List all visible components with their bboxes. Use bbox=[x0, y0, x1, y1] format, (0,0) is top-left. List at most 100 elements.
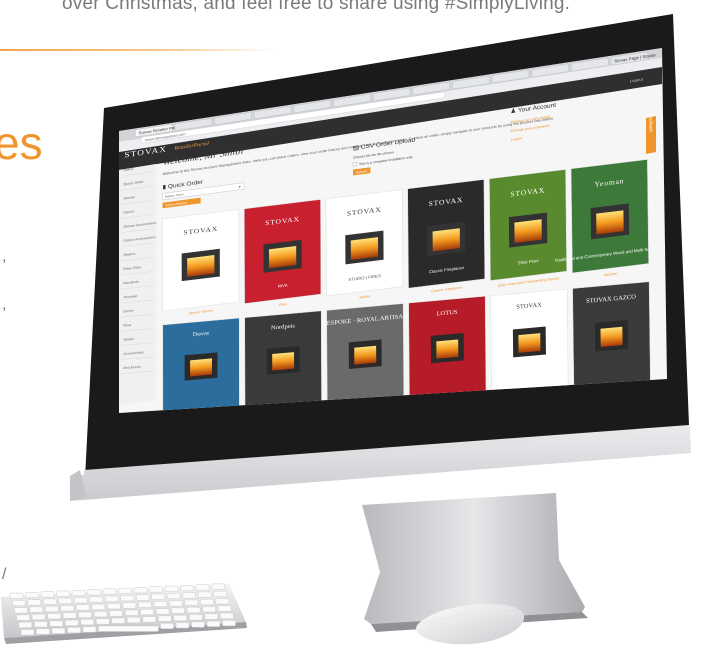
product-tile[interactable]: STOVAXSTUDIO | FIRESStudio bbox=[325, 189, 404, 304]
keyboard-key[interactable] bbox=[140, 609, 154, 616]
keyboard-key[interactable] bbox=[67, 627, 81, 634]
keyboard-key[interactable] bbox=[42, 598, 57, 605]
keyboard-key[interactable] bbox=[51, 627, 66, 634]
feedback-tab-label-group[interactable]: Feedback bbox=[648, 113, 653, 133]
product-tile[interactable]: STOVAXStovax Stoves bbox=[162, 209, 240, 319]
keyboard-key[interactable] bbox=[142, 616, 157, 623]
feedback-tab-label: Feedback bbox=[648, 113, 653, 133]
keyboard-key[interactable] bbox=[206, 620, 221, 627]
keyboard-key[interactable] bbox=[36, 628, 50, 635]
keyboard-key[interactable] bbox=[20, 629, 35, 636]
keyboard-key[interactable] bbox=[45, 605, 59, 612]
keyboard-key[interactable] bbox=[49, 620, 64, 627]
keyboard-key[interactable] bbox=[109, 610, 123, 617]
product-tile[interactable]: STOVAXElise FiresElise Fires and Freesta… bbox=[489, 169, 567, 288]
keyboard-key[interactable] bbox=[182, 592, 196, 599]
keyboard-key[interactable] bbox=[31, 613, 46, 620]
keyboard-key[interactable] bbox=[197, 591, 212, 598]
keyboard-key[interactable] bbox=[124, 609, 139, 616]
product-tile[interactable]: Dovre bbox=[162, 317, 240, 413]
fire-image bbox=[596, 210, 624, 235]
keyboard-key[interactable] bbox=[78, 611, 92, 618]
keyboard-key[interactable] bbox=[127, 617, 141, 624]
keyboard-key[interactable] bbox=[222, 620, 236, 627]
keyboard-key[interactable] bbox=[184, 599, 199, 606]
product-tile[interactable]: STOVAXRIVARiva bbox=[243, 199, 322, 312]
keyboard-key[interactable] bbox=[211, 583, 225, 590]
keyboard-key[interactable] bbox=[171, 607, 185, 614]
keyboard-key[interactable] bbox=[169, 600, 183, 607]
keyboard-key[interactable] bbox=[195, 584, 210, 591]
keyboard-key[interactable] bbox=[189, 614, 203, 621]
keyboard-key[interactable] bbox=[34, 621, 48, 628]
keyboard-key[interactable] bbox=[220, 612, 234, 619]
keyboard-key[interactable] bbox=[155, 608, 170, 615]
keyboard-key[interactable] bbox=[166, 593, 181, 600]
product-tile[interactable]: Nordpeis bbox=[244, 310, 322, 408]
keyboard-key[interactable] bbox=[204, 613, 219, 620]
keyboard-key[interactable] bbox=[191, 621, 205, 628]
keyboard-key[interactable] bbox=[40, 591, 55, 598]
keyboard-key[interactable] bbox=[107, 603, 121, 610]
keyboard-key[interactable] bbox=[104, 595, 119, 602]
product-tile[interactable]: STOVAX GAZCO bbox=[572, 281, 651, 388]
keyboard-key[interactable] bbox=[11, 600, 26, 607]
keyboard-key[interactable] bbox=[173, 614, 188, 621]
keyboard-key[interactable] bbox=[56, 590, 70, 597]
keyboard-key[interactable] bbox=[138, 601, 152, 608]
keyboard-key[interactable] bbox=[164, 585, 179, 592]
monitor-stand bbox=[362, 493, 585, 624]
keyboard-key[interactable] bbox=[158, 615, 172, 622]
product-tile[interactable]: STOVAX bbox=[490, 288, 569, 393]
keyboard-key[interactable] bbox=[18, 621, 33, 628]
product-tile[interactable]: STOVAXClassic FireplacesClassic Fireplac… bbox=[407, 179, 486, 296]
keyboard-key[interactable] bbox=[200, 598, 214, 605]
keyboard-key[interactable] bbox=[175, 622, 190, 629]
keyboard-key[interactable] bbox=[160, 622, 174, 629]
keyboard-key[interactable] bbox=[16, 614, 30, 621]
keyboard-key[interactable] bbox=[25, 592, 39, 599]
keyboard-key[interactable] bbox=[153, 601, 168, 608]
keyboard-key[interactable] bbox=[27, 599, 41, 606]
keyboard-key[interactable] bbox=[135, 594, 150, 601]
keyboard-key[interactable] bbox=[149, 586, 163, 593]
keyboard-key[interactable] bbox=[60, 605, 75, 612]
keyboard-key[interactable] bbox=[29, 606, 44, 613]
keyboard-key[interactable] bbox=[118, 587, 132, 594]
keyboard-key[interactable] bbox=[73, 597, 88, 604]
keyboard-key[interactable] bbox=[93, 611, 108, 618]
keyboard-key[interactable] bbox=[102, 588, 117, 595]
product-tile[interactable]: LOTUS bbox=[408, 296, 487, 398]
keyboard-key[interactable] bbox=[202, 606, 216, 613]
keyboard-key[interactable] bbox=[120, 595, 134, 602]
keyboard-key[interactable] bbox=[47, 613, 61, 620]
keyboard-key[interactable] bbox=[65, 619, 79, 626]
keyboard-key[interactable] bbox=[111, 617, 126, 624]
keyboard-key[interactable] bbox=[82, 626, 97, 633]
fire-image bbox=[600, 326, 623, 347]
keyboard-key[interactable] bbox=[71, 589, 86, 596]
keyboard-key[interactable] bbox=[62, 612, 77, 619]
keyboard-key[interactable] bbox=[98, 625, 159, 632]
keyboard-key[interactable] bbox=[180, 585, 194, 592]
keyboard-key[interactable] bbox=[133, 587, 148, 594]
keyboard-key[interactable] bbox=[186, 606, 201, 613]
keyboard-key[interactable] bbox=[80, 619, 95, 626]
installation-checkbox[interactable] bbox=[352, 162, 357, 167]
fire-image bbox=[432, 228, 460, 252]
keyboard-key[interactable] bbox=[122, 602, 137, 609]
keyboard-key[interactable] bbox=[91, 603, 106, 610]
product-tile[interactable]: BESPOKE · ROYAL ARTISAN bbox=[322, 303, 409, 403]
keyboard-key[interactable] bbox=[213, 590, 227, 597]
fire-image bbox=[272, 352, 295, 371]
keyboard-key[interactable] bbox=[76, 604, 90, 611]
keyboard-key[interactable] bbox=[96, 618, 110, 625]
keyboard-key[interactable] bbox=[9, 592, 24, 599]
keyboard-key[interactable] bbox=[89, 596, 103, 603]
keyboard-key[interactable] bbox=[14, 607, 28, 614]
keyboard-key[interactable] bbox=[58, 597, 72, 604]
keyboard-key[interactable] bbox=[87, 589, 101, 596]
keyboard-key[interactable] bbox=[151, 593, 165, 600]
keyboard-key[interactable] bbox=[215, 598, 230, 605]
keyboard-key[interactable] bbox=[217, 605, 232, 612]
